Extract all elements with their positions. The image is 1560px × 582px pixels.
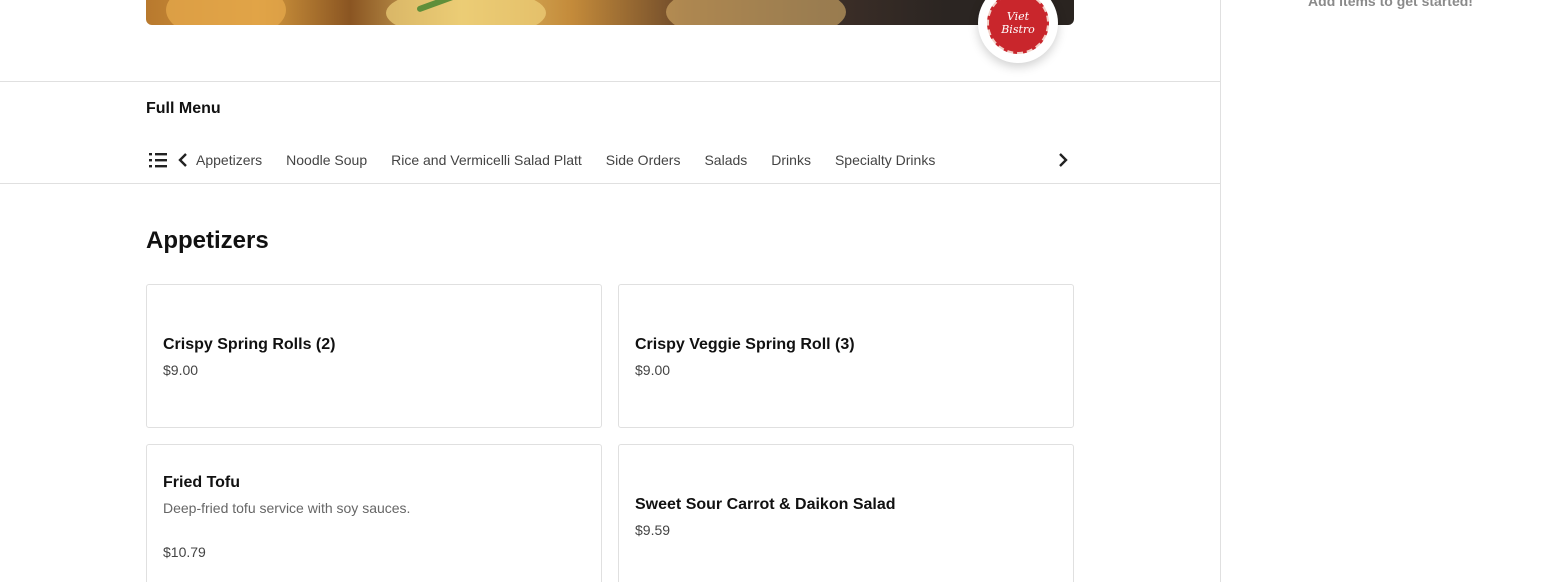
- item-price: $10.79: [163, 544, 206, 560]
- menu-item-card[interactable]: Crispy Veggie Spring Roll (3) $9.00: [618, 284, 1074, 428]
- logo-text-line1: Viet: [1006, 10, 1030, 23]
- list-icon[interactable]: [148, 151, 168, 169]
- item-name: Fried Tofu: [163, 474, 241, 491]
- divider: [0, 183, 1220, 184]
- item-name: Crispy Veggie Spring Roll (3): [635, 336, 855, 353]
- menu-item-card[interactable]: Fried Tofu Deep-fried tofu service with …: [146, 444, 602, 582]
- tab-salads[interactable]: Salads: [704, 152, 747, 168]
- category-nav: Appetizers Noodle Soup Rice and Vermicel…: [146, 146, 1074, 174]
- category-tabs: Appetizers Noodle Soup Rice and Vermicel…: [196, 152, 935, 168]
- tab-appetizers[interactable]: Appetizers: [196, 152, 262, 168]
- logo-text-line2: Bistro: [1001, 23, 1035, 36]
- main-column: Viet Bistro Full Menu Appetizers Noodle S…: [0, 0, 1220, 582]
- menu-title: Full Menu: [146, 100, 221, 117]
- item-price: $9.00: [163, 362, 199, 378]
- item-name: Sweet Sour Carrot & Daikon Salad: [635, 496, 896, 513]
- chevron-left-icon[interactable]: [176, 151, 190, 169]
- item-description: Deep-fried tofu service with soy sauces.: [163, 500, 411, 516]
- cart-empty-message: Add items to get started!: [1308, 0, 1473, 9]
- item-name: Crispy Spring Rolls (2): [163, 336, 336, 353]
- divider: [0, 81, 1220, 82]
- item-price: $9.00: [635, 362, 671, 378]
- tab-specialty-drinks[interactable]: Specialty Drinks: [835, 152, 935, 168]
- menu-item-card[interactable]: Crispy Spring Rolls (2) $9.00: [146, 284, 602, 428]
- hero-image: [146, 0, 1074, 25]
- item-price: $9.59: [635, 522, 671, 538]
- menu-item-card[interactable]: Sweet Sour Carrot & Daikon Salad $9.59: [618, 444, 1074, 582]
- tab-noodle-soup[interactable]: Noodle Soup: [286, 152, 367, 168]
- tab-drinks[interactable]: Drinks: [771, 152, 811, 168]
- restaurant-logo: Viet Bistro: [978, 0, 1058, 63]
- tab-side-orders[interactable]: Side Orders: [606, 152, 681, 168]
- tab-rice-vermicelli[interactable]: Rice and Vermicelli Salad Platt: [391, 152, 582, 168]
- cart-panel: Add items to get started!: [1220, 0, 1560, 582]
- chevron-right-icon[interactable]: [1056, 151, 1070, 169]
- section-title: Appetizers: [146, 227, 269, 254]
